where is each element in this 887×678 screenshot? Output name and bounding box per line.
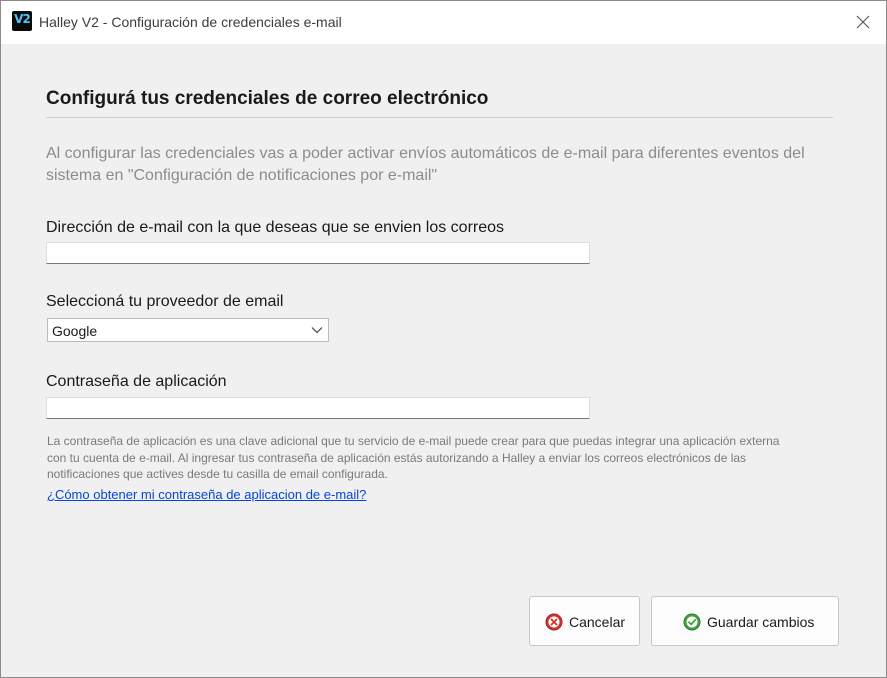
cancel-button[interactable]: Cancelar [529, 596, 640, 646]
page-title: Configurá tus credenciales de correo ele… [46, 88, 489, 109]
dialog-window: V2 Halley V2 - Configuración de credenci… [0, 0, 887, 678]
save-button[interactable]: Guardar cambios [651, 596, 839, 646]
cancel-button-label: Cancelar [569, 614, 626, 630]
v2-logo-icon: V2 [12, 11, 32, 31]
close-icon [856, 15, 870, 29]
close-button[interactable] [840, 1, 886, 44]
help-link[interactable]: ¿Cómo obtener mi contraseña de aplicacio… [47, 487, 366, 502]
cancel-circle-icon [545, 613, 563, 631]
provider-select[interactable]: Google [47, 318, 329, 342]
email-field[interactable] [46, 242, 590, 264]
window-title: Halley V2 - Configuración de credenciale… [39, 14, 342, 30]
dialog-content: Configurá tus credenciales de correo ele… [1, 44, 886, 677]
provider-select-value: Google [52, 323, 98, 339]
email-label: Dirección de e-mail con la que deseas qu… [46, 219, 505, 236]
intro-text: Al configurar las credenciales vas a pod… [46, 145, 805, 184]
app-password-field[interactable] [46, 397, 590, 419]
save-button-label: Guardar cambios [707, 614, 815, 630]
chevron-down-icon [311, 327, 323, 334]
app-password-label: Contraseña de aplicación [46, 373, 227, 390]
check-circle-icon [683, 613, 701, 631]
logo-text: V2 [14, 12, 31, 26]
help-text: La contraseña de aplicación es una clave… [47, 434, 780, 481]
title-bar[interactable]: V2 Halley V2 - Configuración de credenci… [1, 1, 886, 44]
heading-divider [46, 117, 833, 118]
provider-label: Seleccioná tu proveedor de email [46, 293, 284, 310]
